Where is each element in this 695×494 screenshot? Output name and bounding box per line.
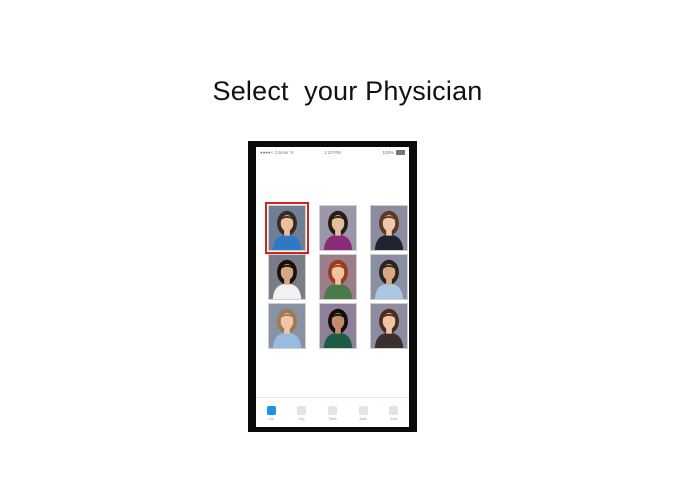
tab-label: Day xyxy=(299,417,305,421)
physician-portrait xyxy=(371,206,407,250)
tab-done[interactable]: Done xyxy=(383,406,405,421)
physician-photo-1[interactable] xyxy=(265,202,309,254)
tab-bar: Doc Day Times Book Done xyxy=(256,397,409,427)
physician-portrait xyxy=(269,206,305,250)
physician-portrait xyxy=(269,304,305,348)
battery-indicator: 100% xyxy=(382,150,405,155)
tab-label: Doc xyxy=(268,417,275,421)
physician-portrait xyxy=(320,206,356,250)
physician-portrait xyxy=(269,255,305,299)
tab-label: Done xyxy=(389,417,398,421)
physician-photo-2[interactable] xyxy=(319,205,357,251)
tab-icon xyxy=(358,406,368,415)
tab-icon xyxy=(327,406,337,415)
tab-times[interactable]: Times xyxy=(321,406,343,421)
tab-icon xyxy=(389,406,399,415)
physician-photo-9[interactable] xyxy=(370,303,408,349)
slide-title: Select your Physician xyxy=(212,76,483,106)
physician-photo-3[interactable] xyxy=(370,205,408,251)
physician-portrait xyxy=(371,304,407,348)
tab-icon xyxy=(297,406,307,415)
physician-photo-7[interactable] xyxy=(268,303,306,349)
physician-portrait xyxy=(320,304,356,348)
battery-icon xyxy=(396,150,405,155)
physician-photo-4[interactable] xyxy=(268,254,306,300)
tab-book[interactable]: Book xyxy=(352,406,374,421)
battery-percent: 100% xyxy=(382,150,394,155)
physician-portrait xyxy=(371,255,407,299)
physician-portrait xyxy=(320,255,356,299)
physician-photo-8[interactable] xyxy=(319,303,357,349)
phone-frame: ●●●●○ Carrier ≋ 1:20 PM 100% Doc Day Times… xyxy=(248,141,417,432)
physician-photo-5[interactable] xyxy=(319,254,357,300)
tab-label: Book xyxy=(359,417,367,421)
tab-day[interactable]: Day xyxy=(291,406,313,421)
tab-icon xyxy=(266,406,276,415)
tab-label: Times xyxy=(328,417,337,421)
status-bar: ●●●●○ Carrier ≋ 1:20 PM 100% xyxy=(256,147,409,157)
physician-photo-6[interactable] xyxy=(370,254,408,300)
phone-screen: ●●●●○ Carrier ≋ 1:20 PM 100% Doc Day Times… xyxy=(256,147,409,427)
physician-grid xyxy=(265,202,408,349)
tab-doc[interactable]: Doc xyxy=(260,406,282,421)
